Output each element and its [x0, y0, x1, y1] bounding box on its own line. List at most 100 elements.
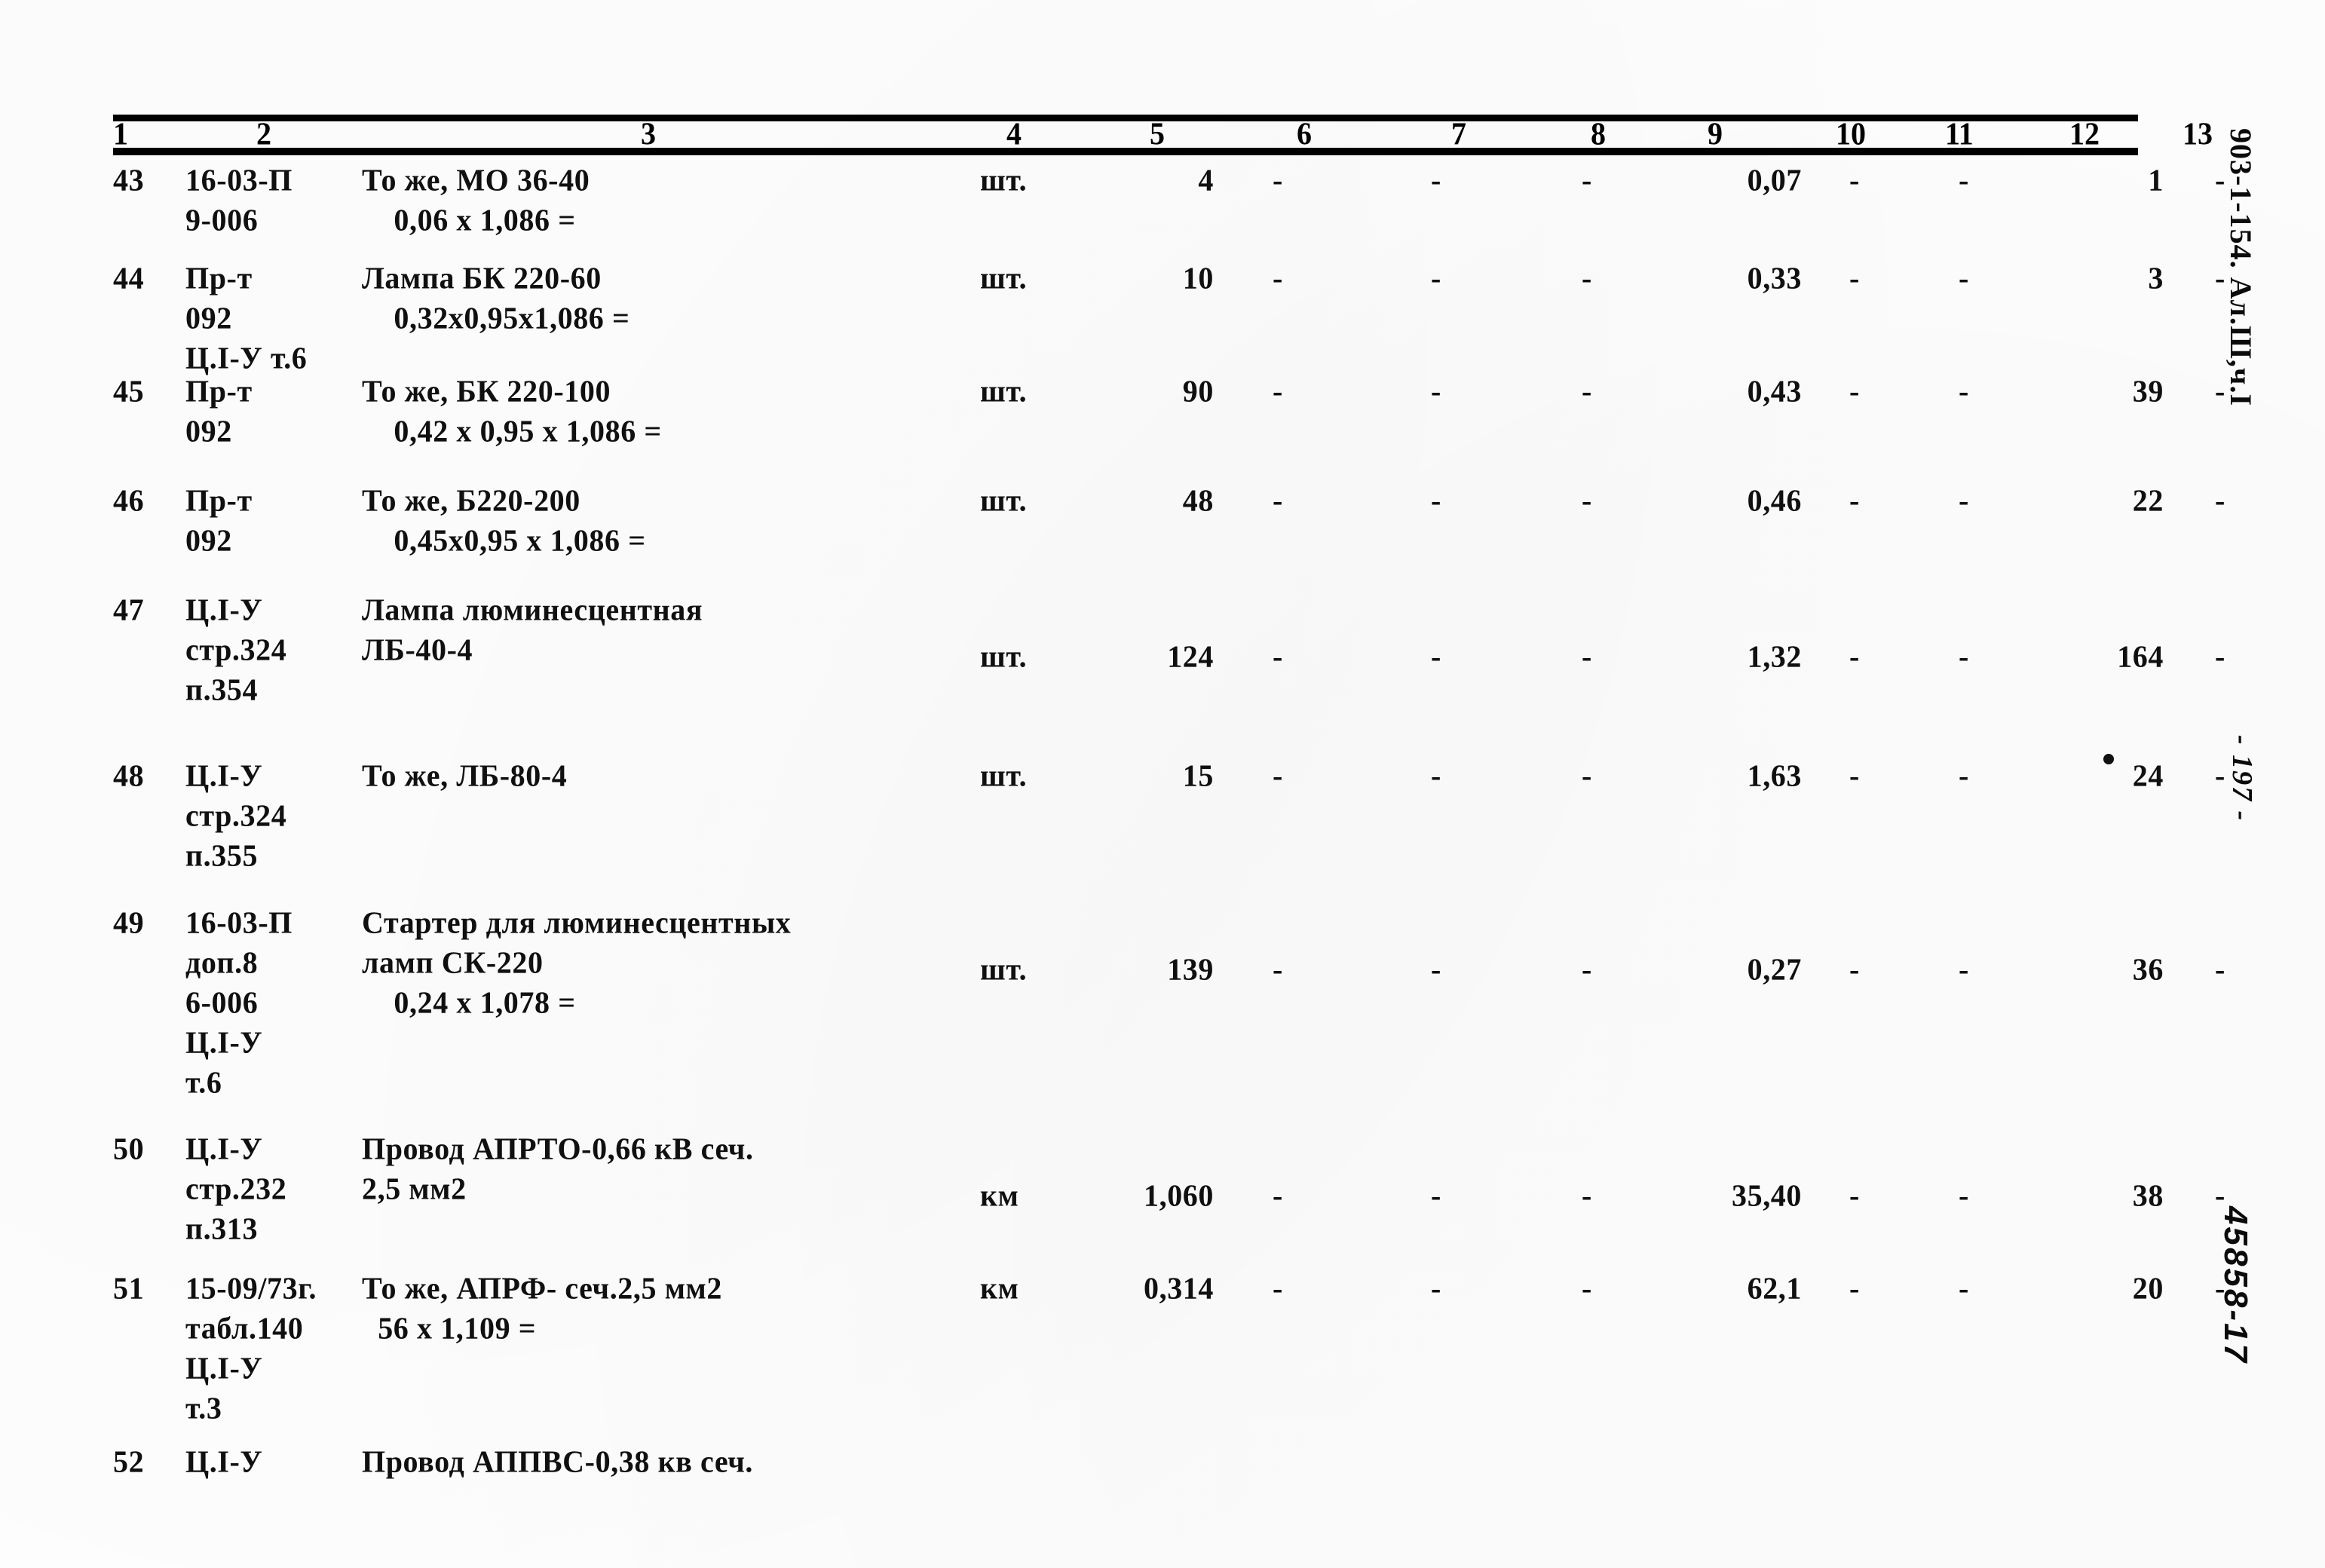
- col6-cell: -: [1273, 1178, 1283, 1213]
- unit-cell: км: [980, 1178, 1019, 1213]
- table-row: 43 16-03-П 9-006 То же, МО 36-40 0,06 х 1,…: [113, 160, 2225, 237]
- source-code-cell: Пр-т 092: [185, 482, 253, 558]
- col10-cell: -: [1849, 758, 1860, 793]
- col7-cell: -: [1431, 951, 1441, 987]
- col7-cell: -: [1431, 1178, 1441, 1213]
- col9-cell: 0,43: [1747, 373, 1802, 409]
- document-reference-vertical: 903-1-154. Ал.Ш,ч.I: [2224, 128, 2258, 407]
- column-number-6: 6: [1297, 115, 1312, 152]
- column-number-9: 9: [1708, 115, 1723, 152]
- column-number-10: 10: [1836, 115, 1866, 152]
- unit-cell: км: [980, 1270, 1019, 1306]
- col6-cell: -: [1273, 373, 1283, 409]
- col6-cell: -: [1273, 639, 1283, 674]
- col11-cell: -: [1959, 373, 1969, 409]
- table-row: 44 Пр-т 092 Ц.I-У т.6 Лампа БК 220-60 0,32…: [113, 258, 2225, 375]
- col6-cell: -: [1273, 758, 1283, 793]
- col13-cell: -: [2215, 951, 2225, 987]
- unit-cell: шт.: [980, 951, 1028, 987]
- col8-cell: -: [1582, 1178, 1592, 1213]
- col9-cell: 0,07: [1747, 162, 1802, 198]
- col10-cell: -: [1849, 373, 1860, 409]
- scanned-page: 1 2 3 4 5 6 7 8 9 10 11 12 13 43 16-03-П 9-006 То же, …: [0, 0, 2325, 1568]
- table-row: 52 Ц.I-У Провод АППВС-0,38 кв сеч.: [113, 1441, 2138, 1479]
- table-row: 49 16-03-П доп.8 6-006 Ц.I-У т.6 Стартер д…: [113, 902, 2225, 1100]
- col6-cell: -: [1273, 1270, 1283, 1306]
- unit-cell: шт.: [980, 260, 1028, 296]
- ink-speck: [2103, 754, 2114, 764]
- col12-cell: 3: [2148, 260, 2164, 296]
- col6-cell: -: [1273, 951, 1283, 987]
- quantity-cell: 15: [1182, 758, 1214, 793]
- col8-cell: -: [1582, 1270, 1592, 1306]
- column-number-13: 13: [2183, 115, 2213, 152]
- quantity-cell: 124: [1167, 639, 1214, 674]
- quantity-cell: 48: [1182, 482, 1214, 518]
- col11-cell: -: [1959, 162, 1969, 198]
- quantity-cell: 1,060: [1144, 1178, 1214, 1213]
- col6-cell: -: [1273, 260, 1283, 296]
- row-number-cell: 43: [113, 162, 145, 198]
- col7-cell: -: [1431, 1270, 1441, 1306]
- col8-cell: -: [1582, 162, 1592, 198]
- col11-cell: -: [1959, 1178, 1969, 1213]
- col13-cell: -: [2215, 482, 2225, 518]
- source-code-cell: Ц.I-У стр.324 п.354: [185, 592, 287, 707]
- row-number-cell: 46: [113, 482, 145, 518]
- description-cell: Провод АППВС-0,38 кв сеч.: [362, 1444, 753, 1479]
- table-column-number-row: 1 2 3 4 5 6 7 8 9 10 11 12 13: [113, 113, 2213, 155]
- description-cell: Лампа БК 220-60 0,32х0,95х1,086 =: [362, 260, 630, 335]
- col11-cell: -: [1959, 260, 1969, 296]
- col7-cell: -: [1431, 260, 1441, 296]
- quantity-cell: 139: [1167, 951, 1214, 987]
- column-number-4: 4: [1006, 115, 1022, 152]
- col11-cell: -: [1959, 639, 1969, 674]
- table-row: 48 Ц.I-У стр.324 п.355 То же, ЛБ-80-4 шт. 15…: [113, 755, 2225, 873]
- row-number-cell: 51: [113, 1270, 145, 1306]
- col7-cell: -: [1431, 162, 1441, 198]
- description-cell: То же, МО 36-40 0,06 х 1,086 =: [362, 162, 590, 237]
- page-number-vertical: - 197 -: [2226, 735, 2258, 822]
- column-number-1: 1: [113, 115, 128, 152]
- table-row: 45 Пр-т 092 То же, БК 220-100 0,42 х 0,95 …: [113, 371, 2225, 449]
- col10-cell: -: [1849, 162, 1860, 198]
- unit-cell: шт.: [980, 639, 1028, 674]
- col6-cell: -: [1273, 162, 1283, 198]
- source-code-cell: 16-03-П доп.8 6-006 Ц.I-У т.6: [185, 905, 293, 1101]
- col10-cell: -: [1849, 260, 1860, 296]
- row-number-cell: 45: [113, 373, 145, 409]
- col11-cell: -: [1959, 951, 1969, 987]
- row-number-cell: 52: [113, 1444, 145, 1479]
- col9-cell: 0,27: [1747, 951, 1802, 987]
- description-cell: Лампа люминесцентная ЛБ-40-4: [362, 592, 703, 667]
- column-number-5: 5: [1150, 115, 1165, 152]
- col9-cell: 35,40: [1732, 1178, 1802, 1213]
- archive-stamp-vertical: 45858-17: [2217, 1206, 2254, 1364]
- col6-cell: -: [1273, 482, 1283, 518]
- row-number-cell: 47: [113, 592, 145, 627]
- quantity-cell: 0,314: [1144, 1270, 1214, 1306]
- source-code-cell: Пр-т 092 Ц.I-У т.6: [185, 260, 308, 375]
- col12-cell: 39: [2132, 373, 2164, 409]
- col8-cell: -: [1582, 639, 1592, 674]
- source-code-cell: Ц.I-У: [185, 1444, 263, 1479]
- table-row: 46 Пр-т 092 То же, Б220-200 0,45х0,95 х 1,…: [113, 480, 2225, 558]
- col10-cell: -: [1849, 951, 1860, 987]
- col10-cell: -: [1849, 1270, 1860, 1306]
- description-cell: То же, ЛБ-80-4: [362, 758, 568, 793]
- unit-cell: шт.: [980, 373, 1028, 409]
- column-number-2: 2: [256, 115, 271, 152]
- source-code-cell: Ц.I-У стр.232 п.313: [185, 1131, 287, 1246]
- quantity-cell: 4: [1198, 162, 1214, 198]
- row-number-cell: 49: [113, 905, 145, 940]
- col7-cell: -: [1431, 373, 1441, 409]
- col8-cell: -: [1582, 951, 1592, 987]
- col12-cell: 164: [2117, 639, 2164, 674]
- col9-cell: 0,46: [1747, 482, 1802, 518]
- col12-cell: 24: [2132, 758, 2164, 793]
- column-number-12: 12: [2069, 115, 2100, 152]
- col11-cell: -: [1959, 482, 1969, 518]
- quantity-cell: 90: [1182, 373, 1214, 409]
- quantity-cell: 10: [1182, 260, 1214, 296]
- col11-cell: -: [1959, 758, 1969, 793]
